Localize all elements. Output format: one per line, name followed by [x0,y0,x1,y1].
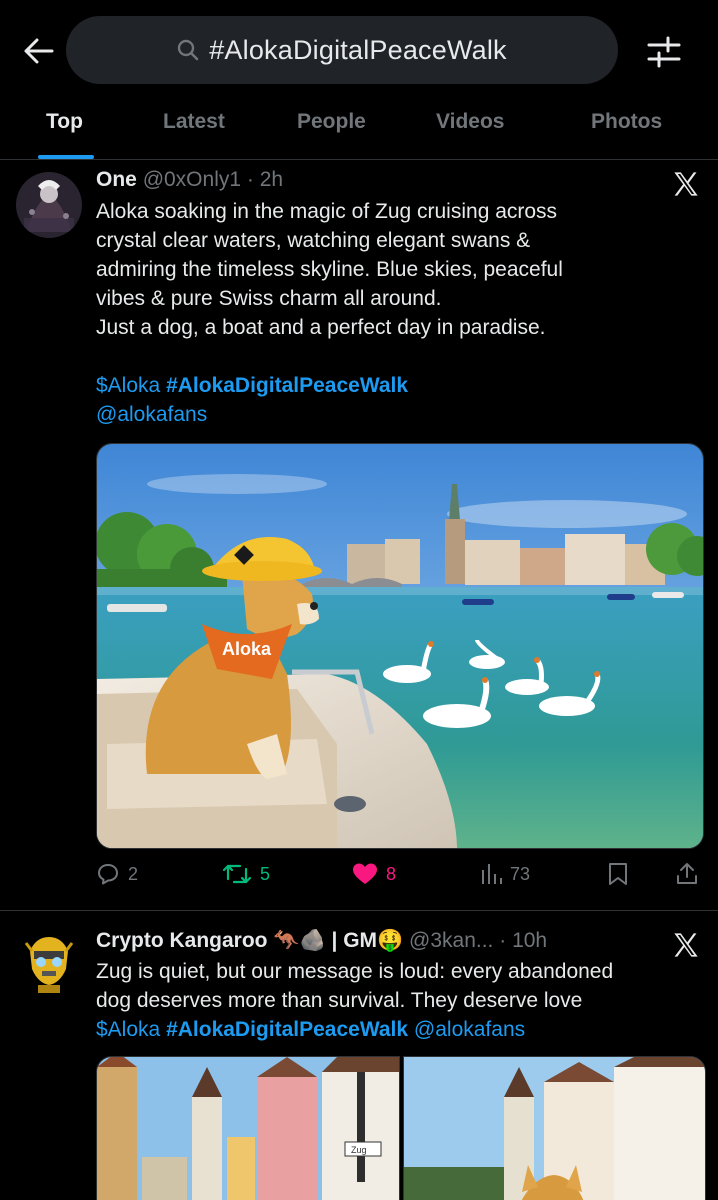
post-body: Aloka soaking in the magic of Zug cruisi… [96,197,706,429]
search-input[interactable]: #AlokaDigitalPeaceWalk [66,16,618,84]
separator-dot: · [499,929,507,952]
top-bar: #AlokaDigitalPeaceWalk Top Latest People… [0,0,718,160]
post-text-line: Zug is quiet, but our message is loud: e… [96,960,614,983]
active-tab-indicator [38,155,94,159]
views-count: 73 [510,863,531,884]
repost-icon [222,864,252,884]
hashtag-link[interactable]: #AlokaDigitalPeaceWalk [166,1018,408,1041]
mention-link[interactable]: @alokafans [414,1018,525,1041]
post-image-left[interactable]: Zug [96,1056,400,1200]
post[interactable]: One @0xOnly1 · 2h Aloka soaking in the m… [0,160,718,910]
hashtag-link[interactable]: #AlokaDigitalPeaceWalk [166,374,408,397]
tab-latest[interactable]: Latest [163,110,225,134]
avatar[interactable] [16,929,82,995]
tab-top[interactable]: Top [46,110,83,134]
author-handle[interactable]: @0xOnly1 [143,168,241,191]
post-text-line: admiring the timeless skyline. Blue skie… [96,258,563,281]
post-time[interactable]: 2h [260,168,283,191]
filter-button[interactable] [646,34,682,70]
author-name-emoji: 🦘🪨 | GM🤑 [273,929,404,952]
search-icon [178,39,199,61]
reply-icon [98,864,118,885]
repost-button[interactable]: 5 [222,862,270,886]
post-text-line: Aloka soaking in the magic of Zug cruisi… [96,200,558,223]
like-count: 8 [386,863,397,884]
tab-photos[interactable]: Photos [591,110,662,134]
post-actions: 2 5 8 73 [96,862,706,892]
cashtag-link[interactable]: $Aloka [96,374,160,397]
reply-button[interactable]: 2 [96,862,138,886]
post-image[interactable]: Aloka [96,443,704,849]
search-tabs: Top Latest People Videos Photos [0,96,718,160]
street-sign-text: Zug [351,1145,367,1155]
avatar[interactable] [16,172,82,238]
post[interactable]: Crypto Kangaroo 🦘🪨 | GM🤑 @3kan... · 10h … [0,911,718,1200]
share-icon [677,863,697,884]
author-name[interactable]: Crypto Kangaroo [96,929,268,952]
x-logo-icon[interactable] [672,170,702,200]
search-query: #AlokaDigitalPeaceWalk [209,34,507,65]
cashtag-link[interactable]: $Aloka [96,1018,160,1041]
views-button[interactable]: 73 [480,862,530,886]
post-body: Zug is quiet, but our message is loud: e… [96,957,706,1044]
tab-people[interactable]: People [297,110,366,134]
share-button[interactable] [676,862,698,886]
separator-dot: · [246,168,254,191]
repost-count: 5 [260,863,271,884]
tab-videos[interactable]: Videos [436,110,504,134]
author-name[interactable]: One [96,168,137,191]
arrow-left-icon [24,38,54,64]
post-time[interactable]: 10h [512,929,547,952]
bookmark-icon [609,863,627,885]
mention-link[interactable]: @alokafans [96,403,207,426]
sliders-icon [647,36,681,68]
bookmark-button[interactable] [608,862,628,886]
post-image-right[interactable] [403,1056,706,1200]
post-text-line: crystal clear waters, watching elegant s… [96,229,531,252]
post-header: Crypto Kangaroo 🦘🪨 | GM🤑 @3kan... · 10h [96,929,547,953]
back-button[interactable] [22,34,56,68]
reply-count: 2 [128,863,139,884]
post-header: One @0xOnly1 · 2h [96,168,283,192]
heart-icon [353,863,377,884]
bar-chart-icon [482,864,502,884]
post-text-line: Just a dog, a boat and a perfect day in … [96,316,546,339]
bandana-label: Aloka [222,639,272,659]
post-text-line: vibes & pure Swiss charm all around. [96,287,442,310]
post-text-line: dog deserves more than survival. They de… [96,989,583,1012]
like-button[interactable]: 8 [352,862,396,886]
author-handle[interactable]: @3kan... [409,929,493,952]
